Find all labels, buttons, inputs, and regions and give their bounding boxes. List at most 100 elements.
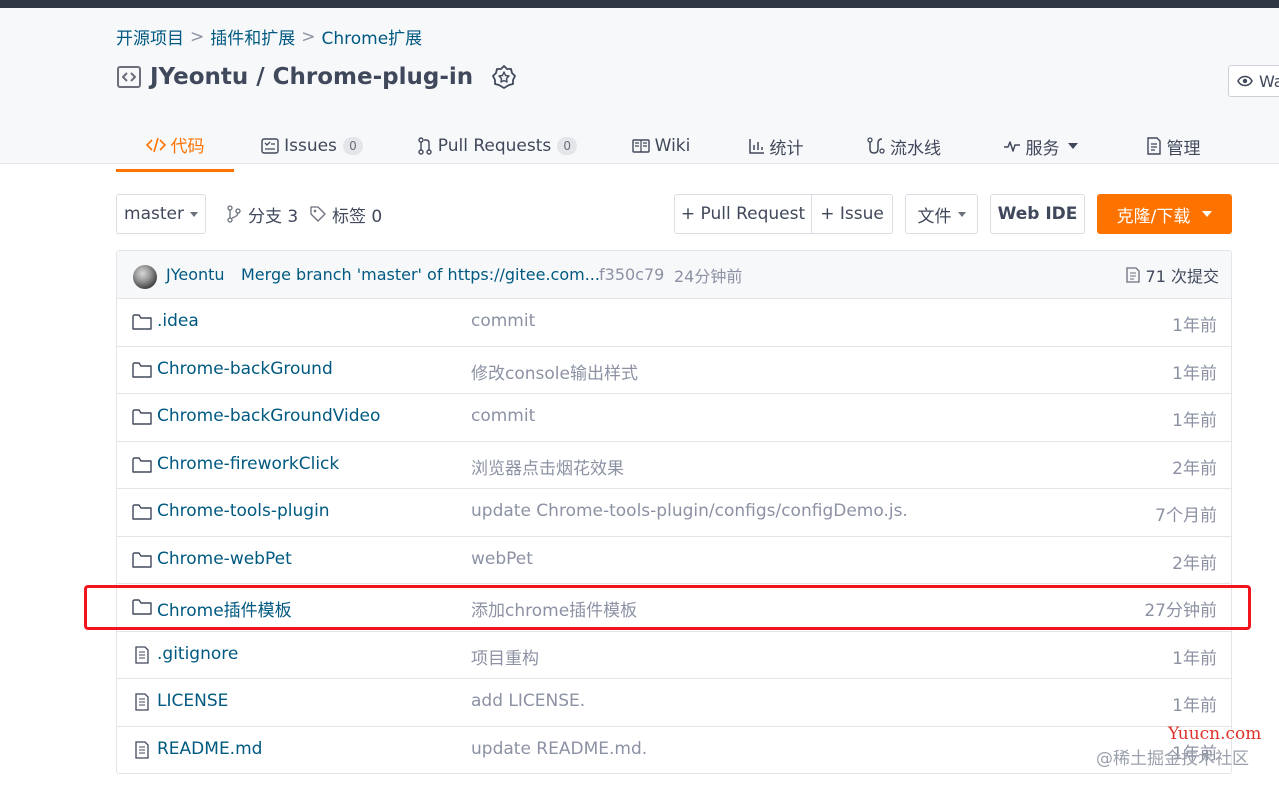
file-commit-message[interactable]: commit	[471, 406, 535, 426]
folder-icon	[132, 408, 152, 426]
table-row[interactable]: Chrome-fireworkClick 浏览器点击烟花效果 2年前	[117, 442, 1231, 489]
watch-button[interactable]: Wa	[1228, 65, 1279, 97]
web-ide-label: Web IDE	[997, 204, 1078, 224]
issues-icon	[261, 138, 279, 154]
file-name-link[interactable]: Chrome-backGround	[157, 359, 333, 379]
file-name-link[interactable]: Chrome-backGroundVideo	[157, 406, 380, 426]
web-ide-button[interactable]: Web IDE	[990, 194, 1085, 234]
breadcrumb-separator: >	[301, 26, 316, 47]
table-row[interactable]: Chrome-backGround 修改console输出样式 1年前	[117, 347, 1231, 394]
commit-count: 71 次提交	[1145, 266, 1219, 286]
avatar[interactable]	[133, 265, 157, 289]
table-row[interactable]: Chrome-backGroundVideo commit 1年前	[117, 394, 1231, 442]
commits-icon	[1125, 266, 1140, 283]
file-commit-time: 2年前	[1172, 458, 1217, 479]
tab-label: 代码	[170, 137, 205, 157]
watermark-site: Yuucn.com	[1168, 724, 1262, 744]
tab-label: 管理	[1166, 138, 1201, 159]
pull-request-button-label: + Pull Request	[680, 204, 806, 224]
repo-name[interactable]: JYeontu / Chrome-plug-in	[150, 64, 473, 90]
tab-label: Wiki	[654, 136, 691, 156]
clone-download-button[interactable]: 克隆/下载	[1097, 194, 1232, 234]
branches-label: 分支 3	[248, 206, 299, 227]
table-row[interactable]: Chrome-webPet webPet 2年前	[117, 537, 1231, 584]
commit-count-link[interactable]: 71 次提交	[1125, 263, 1219, 287]
tab-issues[interactable]: Issues 0	[261, 120, 363, 172]
file-name-link[interactable]: Chrome-webPet	[157, 549, 292, 569]
file-name-link[interactable]: Chrome-tools-plugin	[157, 501, 330, 521]
tab-code[interactable]: 代码	[116, 120, 234, 172]
repo-header: 开源项目 > 插件和扩展 > Chrome扩展 JYeontu / Chrome…	[0, 8, 1279, 172]
tab-pull-requests[interactable]: Pull Requests 0	[417, 120, 578, 172]
tab-label: 统计	[769, 138, 804, 159]
chevron-down-icon	[1202, 211, 1213, 217]
breadcrumb-item-open-source[interactable]: 开源项目	[116, 24, 184, 49]
tags-link[interactable]: 标签 0	[310, 194, 382, 234]
tab-label: Issues	[284, 136, 337, 156]
pr-count-badge: 0	[557, 137, 578, 155]
file-commit-message[interactable]: 浏览器点击烟花效果	[471, 454, 624, 479]
file-name-link[interactable]: .gitignore	[157, 644, 238, 664]
commit-author[interactable]: JYeontu	[166, 265, 225, 284]
latest-commit-row: JYeontu Merge branch 'master' of https:/…	[117, 251, 1231, 299]
file-name-link[interactable]: Chrome-fireworkClick	[157, 454, 339, 474]
file-commit-message[interactable]: 项目重构	[471, 644, 539, 669]
commit-time: 24分钟前	[674, 266, 743, 286]
tab-label: 流水线	[890, 138, 941, 159]
table-row[interactable]: LICENSE add LICENSE. 1年前	[117, 679, 1231, 727]
tab-wiki[interactable]: Wiki	[631, 120, 691, 172]
tag-icon	[310, 206, 326, 222]
breadcrumb-separator: >	[190, 26, 205, 47]
branch-select[interactable]: master	[116, 194, 206, 234]
file-name-link[interactable]: README.md	[157, 739, 262, 759]
table-row[interactable]: .idea commit 1年前	[117, 299, 1231, 347]
top-nav-bar	[0, 0, 1279, 8]
pull-request-icon	[417, 137, 433, 155]
pipeline-icon	[867, 137, 885, 155]
file-commit-message[interactable]: update README.md.	[471, 739, 647, 759]
gvp-badge-icon[interactable]	[491, 64, 517, 90]
tab-label: Pull Requests	[437, 136, 552, 156]
folder-icon	[132, 361, 152, 379]
file-commit-message[interactable]: 修改console输出样式	[471, 359, 638, 384]
eye-icon	[1237, 75, 1253, 87]
new-issue-button[interactable]: + Issue	[811, 194, 893, 234]
branch-icon	[227, 205, 241, 223]
file-commit-message[interactable]: update Chrome-tools-plugin/configs/confi…	[471, 501, 908, 521]
tab-stats[interactable]: 统计	[746, 120, 806, 172]
commit-message[interactable]: Merge branch 'master' of https://gitee.c…	[241, 265, 600, 284]
issue-button-label: + Issue	[820, 204, 884, 224]
file-commit-time: 1年前	[1172, 696, 1217, 716]
tab-pipeline[interactable]: 流水线	[864, 120, 944, 172]
breadcrumb-item-chrome[interactable]: Chrome扩展	[322, 24, 423, 49]
file-commit-message[interactable]: webPet	[471, 549, 533, 569]
tags-label: 标签 0	[332, 206, 383, 227]
wiki-icon	[631, 139, 650, 153]
table-row[interactable]: .gitignore 项目重构 1年前	[117, 632, 1231, 679]
file-commit-message[interactable]: commit	[471, 311, 535, 331]
branch-select-value: master	[124, 204, 184, 224]
file-icon	[132, 693, 152, 711]
table-row[interactable]: README.md update README.md. 1年前	[117, 727, 1231, 775]
folder-icon	[132, 313, 152, 331]
table-row[interactable]: Chrome-tools-plugin update Chrome-tools-p…	[117, 489, 1231, 537]
breadcrumb-item-plugins[interactable]: 插件和扩展	[210, 24, 295, 49]
file-commit-message[interactable]: add LICENSE.	[471, 691, 585, 711]
folder-icon	[132, 551, 152, 569]
repo-title: JYeontu / Chrome-plug-in	[116, 64, 517, 90]
service-icon	[1003, 139, 1021, 153]
clone-label: 克隆/下载	[1116, 206, 1191, 227]
file-menu-button[interactable]: 文件	[905, 194, 978, 234]
new-pull-request-button[interactable]: + Pull Request	[674, 194, 812, 234]
file-name-link[interactable]: .idea	[157, 311, 199, 331]
file-name-link[interactable]: LICENSE	[157, 691, 228, 711]
tab-manage[interactable]: 管理	[1142, 120, 1204, 172]
watch-label: Wa	[1259, 71, 1279, 91]
tab-label: 服务	[1025, 138, 1060, 159]
file-icon	[132, 645, 152, 664]
tab-service[interactable]: 服务	[1000, 120, 1080, 172]
file-commit-time: 2年前	[1172, 553, 1217, 574]
commit-hash[interactable]: f350c79	[599, 265, 664, 284]
branches-link[interactable]: 分支 3	[226, 194, 298, 234]
issues-count-badge: 0	[342, 137, 363, 155]
